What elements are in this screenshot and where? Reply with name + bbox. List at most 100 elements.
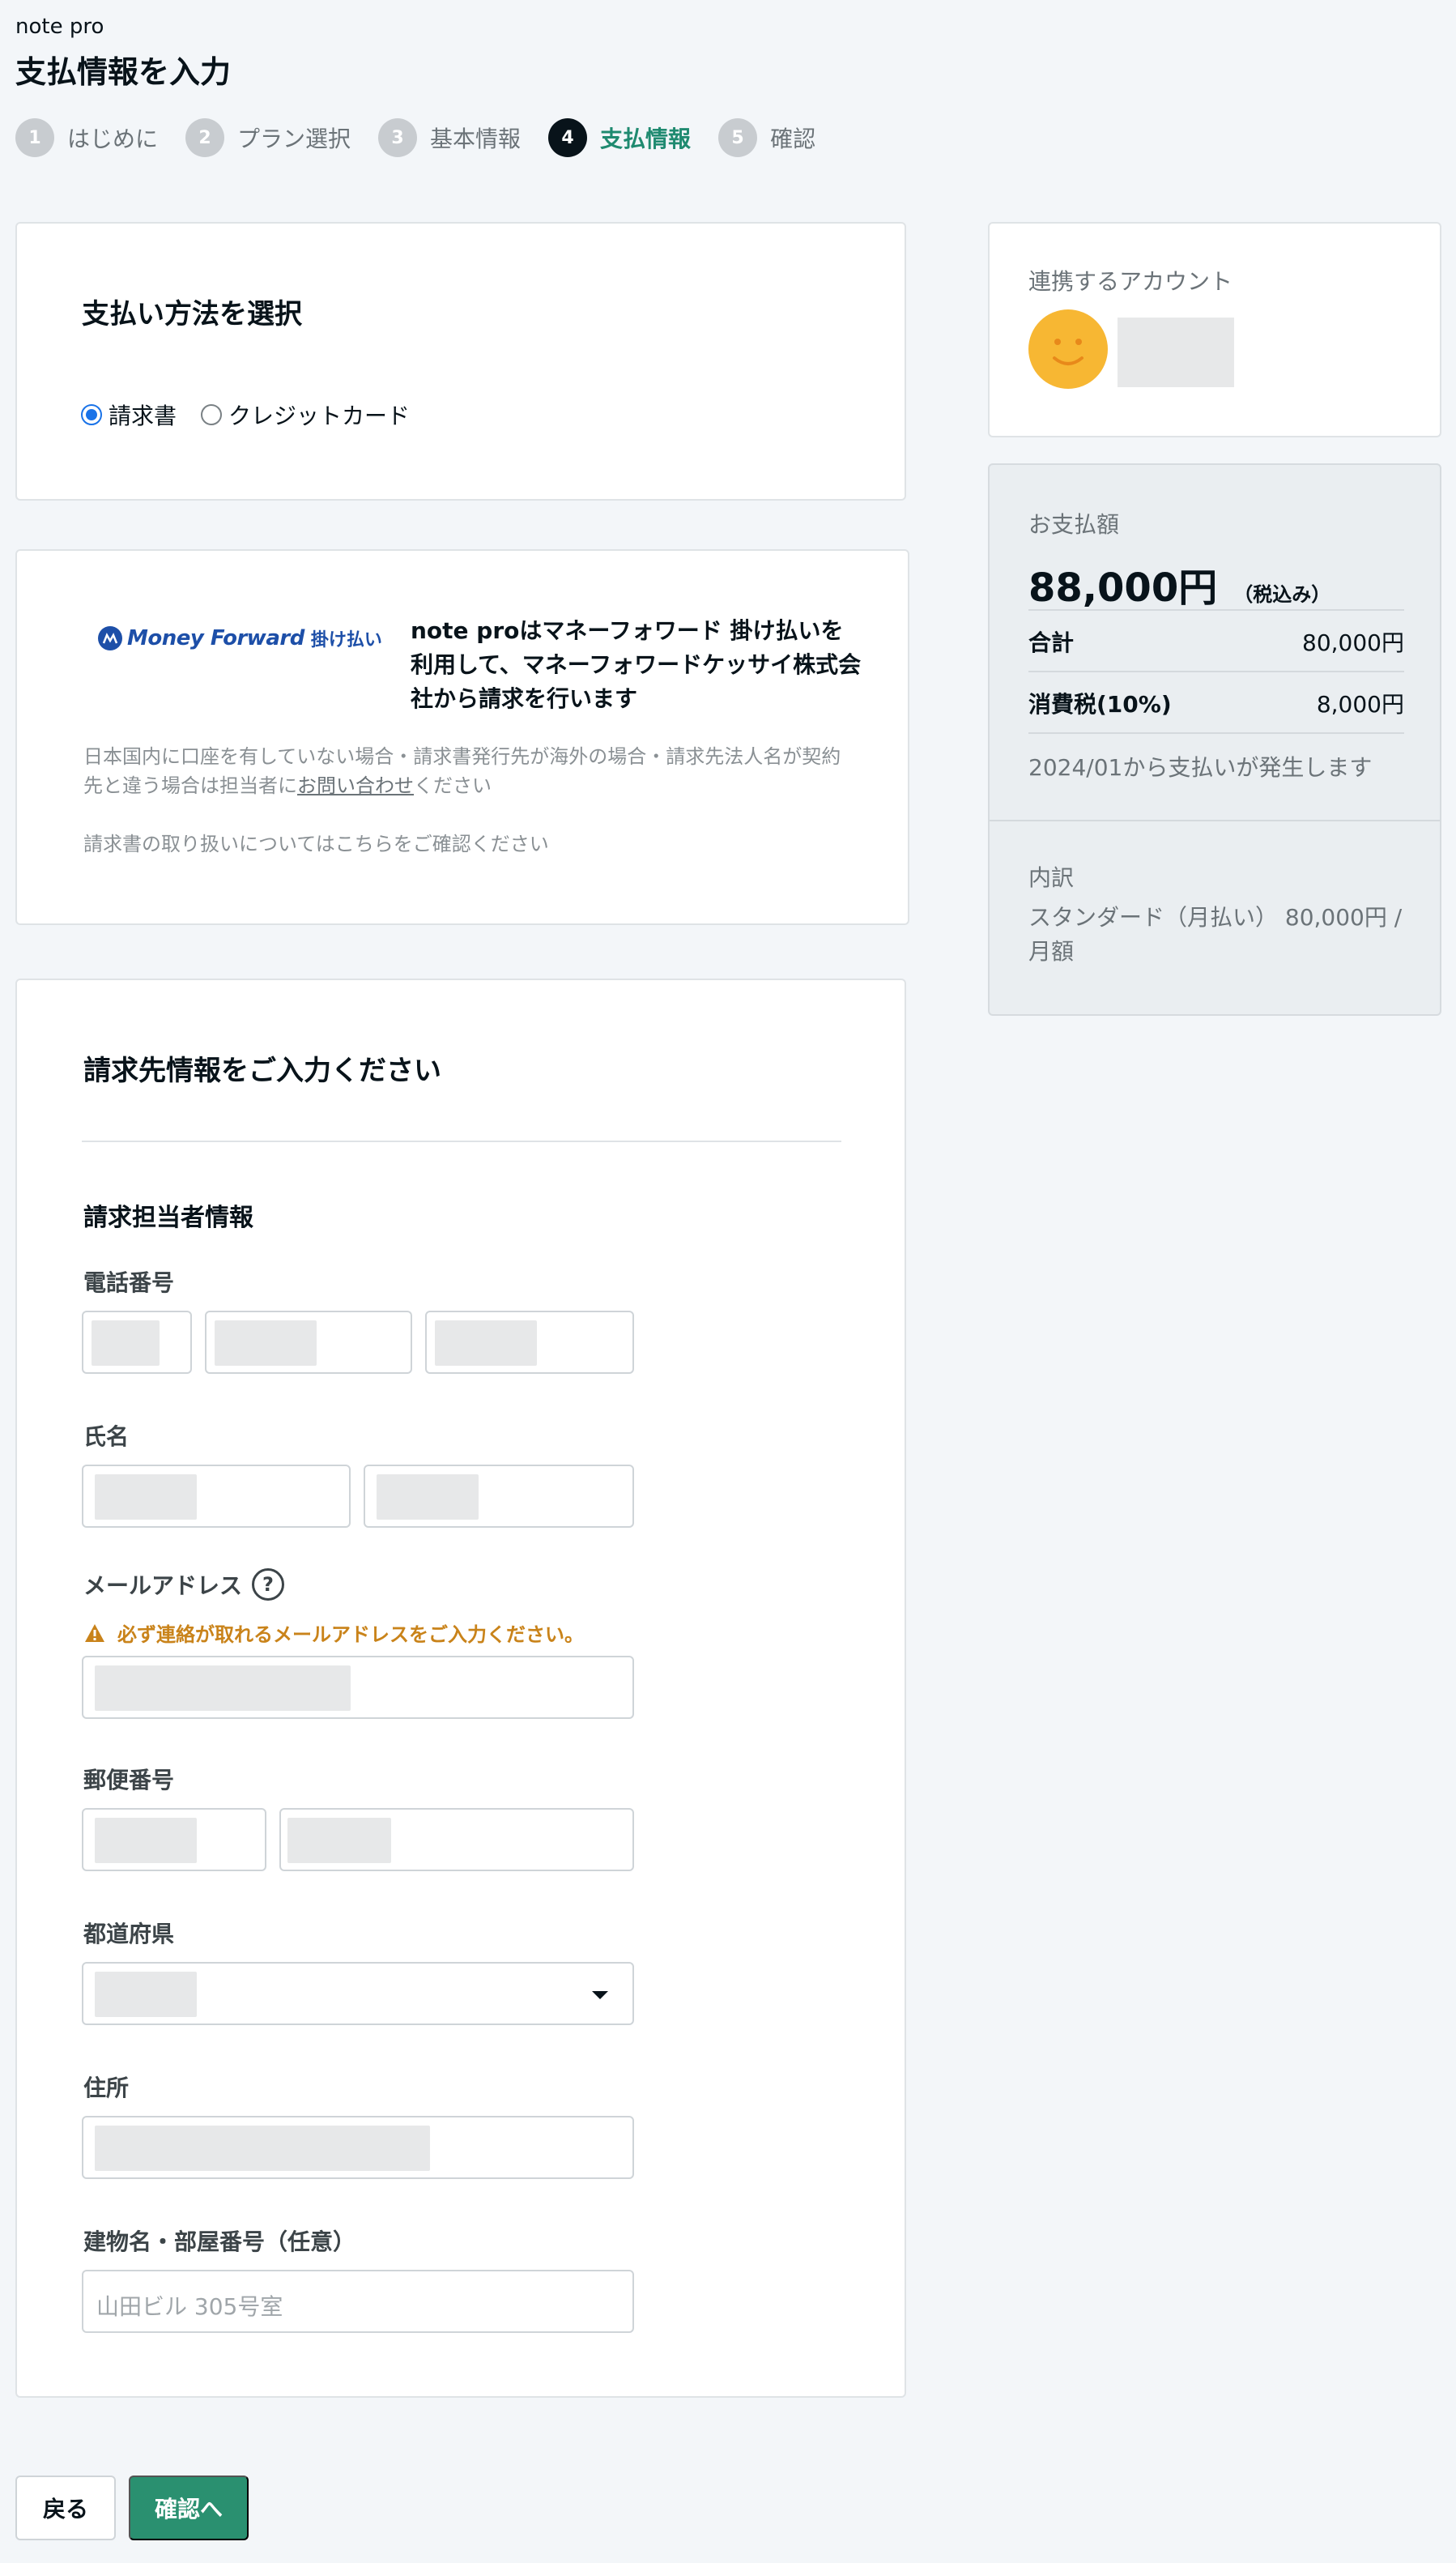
linked-account-label: 連携するアカウント: [1028, 268, 1233, 295]
email-label: メールアドレス ?: [83, 1568, 285, 1601]
tax-value: 8,000円: [1316, 691, 1404, 718]
billing-contact-section-title: 請求担当者情報: [83, 1204, 253, 1232]
money-forward-brand: Money Forward: [127, 626, 304, 650]
redacted-value: [215, 1320, 317, 1366]
email-warning: 必ず連絡が取れるメールアドレスをご入力ください。: [83, 1618, 584, 1647]
redacted-value: [287, 1818, 391, 1863]
payment-method-title: 支払い方法を選択: [82, 298, 302, 331]
brand-label: note pro: [15, 15, 104, 39]
smiley-avatar-icon: [1028, 309, 1108, 389]
step-label: 支払情報: [600, 126, 692, 152]
redacted-value: [95, 1972, 197, 2017]
subtotal-label: 合計: [1028, 629, 1075, 656]
tax-row: 消費税(10%) 8,000円: [1028, 687, 1404, 719]
step-label: 確認: [770, 126, 816, 152]
billing-info-title: 請求先情報をご入力ください: [83, 1055, 441, 1087]
step-1: 1 はじめに: [15, 118, 158, 157]
radio-label: 請求書: [109, 403, 177, 429]
step-4-active: 4 支払情報: [548, 118, 691, 157]
redacted-value: [92, 1320, 160, 1366]
invoice-handling-note[interactable]: 請求書の取り扱いについてはこちらをご確認ください: [83, 828, 549, 856]
prefecture-label: 都道府県: [83, 1921, 175, 1947]
divider: [1028, 671, 1404, 672]
radio-button[interactable]: [201, 404, 223, 425]
warning-icon: [85, 1623, 104, 1642]
radio-button-checked[interactable]: [81, 404, 102, 425]
back-button[interactable]: 戻る: [15, 2476, 116, 2540]
billing-info-card: 請求先情報をご入力ください 請求担当者情報 電話番号 氏名 メールアドレス ? …: [15, 979, 906, 2398]
money-forward-sub: 掛け払い: [310, 630, 382, 650]
building-field[interactable]: 山田ビル 305号室: [82, 2270, 634, 2333]
radio-invoice[interactable]: 請求書: [81, 399, 177, 431]
step-3: 3 基本情報: [378, 118, 521, 157]
step-label: プラン選択: [237, 126, 351, 152]
phone-field-1[interactable]: [82, 1311, 192, 1374]
caret-down-icon: [592, 1991, 608, 1999]
step-number: 3: [378, 118, 418, 157]
payment-summary-card: お支払額 88,000円 （税込み） 合計 80,000円 消費税(10%) 8…: [988, 463, 1441, 1016]
redacted-value: [95, 2126, 430, 2171]
payment-method-card: 支払い方法を選択: [15, 222, 906, 501]
email-warning-text: 必ず連絡が取れるメールアドレスをご入力ください。: [117, 1623, 584, 1646]
breakdown-value: スタンダード（月払い） 80,000円 / 月額: [1028, 904, 1403, 965]
redacted-value: [95, 1665, 351, 1711]
step-label: 基本情報: [430, 126, 522, 152]
redacted-value: [95, 1474, 197, 1520]
building-placeholder: 山田ビル 305号室: [96, 2293, 283, 2320]
first-name-field[interactable]: [364, 1465, 634, 1528]
money-forward-card: Money Forward 掛け払い note proはマネーフォワード 掛け払…: [15, 549, 909, 925]
building-label: 建物名・部屋番号（任意）: [83, 2228, 356, 2255]
prefecture-select[interactable]: [82, 1962, 634, 2025]
contact-link[interactable]: お問い合わせ: [297, 774, 414, 797]
money-forward-mark-icon: [98, 626, 122, 650]
step-number: 4: [548, 118, 588, 157]
next-confirm-button[interactable]: 確認へ: [129, 2476, 249, 2540]
email-label-text: メールアドレス: [83, 1572, 243, 1599]
payment-amount-label: お支払額: [1028, 511, 1120, 538]
postal-code-label: 郵便番号: [83, 1767, 175, 1793]
breakdown-label: 内訳: [1028, 864, 1075, 891]
tax-included-note: （税込み）: [1233, 583, 1331, 606]
linked-account-card: 連携するアカウント: [988, 222, 1441, 437]
page-title: 支払情報を入力: [15, 54, 232, 90]
redacted-account-name: [1118, 318, 1234, 387]
step-5: 5 確認: [718, 118, 815, 157]
radio-label: クレジットカード: [228, 403, 411, 429]
redacted-value: [95, 1818, 197, 1863]
redacted-value: [435, 1320, 537, 1366]
step-number: 5: [718, 118, 758, 157]
payment-method-radio-group: 請求書 クレジットカード: [81, 399, 434, 431]
money-forward-description: note proはマネーフォワード 掛け払いを利用して、マネーフォワードケッサイ…: [411, 617, 862, 712]
divider: [1028, 732, 1404, 734]
tax-label: 消費税(10%): [1028, 691, 1172, 718]
address-label: 住所: [83, 2075, 130, 2101]
radio-credit-card[interactable]: クレジットカード: [201, 399, 410, 431]
payment-amount-value: 88,000円: [1028, 565, 1218, 611]
step-number: 2: [185, 118, 225, 157]
step-number: 1: [15, 118, 54, 157]
help-icon[interactable]: ?: [252, 1568, 285, 1601]
phone-field-2[interactable]: [205, 1311, 412, 1374]
divider: [990, 820, 1440, 821]
redacted-value: [377, 1474, 479, 1520]
postal-code-field-1[interactable]: [82, 1808, 266, 1871]
step-label: はじめに: [67, 126, 159, 152]
postal-code-field-2[interactable]: [279, 1808, 634, 1871]
name-label: 氏名: [83, 1423, 130, 1450]
phone-field-3[interactable]: [425, 1311, 634, 1374]
last-name-field[interactable]: [82, 1465, 351, 1528]
money-forward-logo: Money Forward 掛け払い: [98, 625, 382, 651]
email-field[interactable]: [82, 1656, 634, 1719]
billing-start-note: 2024/01から支払いが発生します: [1028, 754, 1373, 781]
subtotal-row: 合計 80,000円: [1028, 625, 1404, 658]
divider: [82, 1141, 841, 1142]
step-2: 2 プラン選択: [185, 118, 351, 157]
address-field[interactable]: [82, 2116, 634, 2179]
divider: [1028, 609, 1404, 611]
money-forward-note: 日本国内に口座を有していない場合・請求書発行先が海外の場合・請求先法人名が契約先…: [83, 742, 853, 800]
payment-amount: 88,000円 （税込み）: [1028, 556, 1330, 612]
subtotal-value: 80,000円: [1302, 629, 1404, 656]
phone-label: 電話番号: [83, 1269, 175, 1296]
note-text: ください: [414, 774, 492, 797]
stepper: 1 はじめに 2 プラン選択 3 基本情報 4 支払情報 5 確認: [15, 118, 843, 157]
